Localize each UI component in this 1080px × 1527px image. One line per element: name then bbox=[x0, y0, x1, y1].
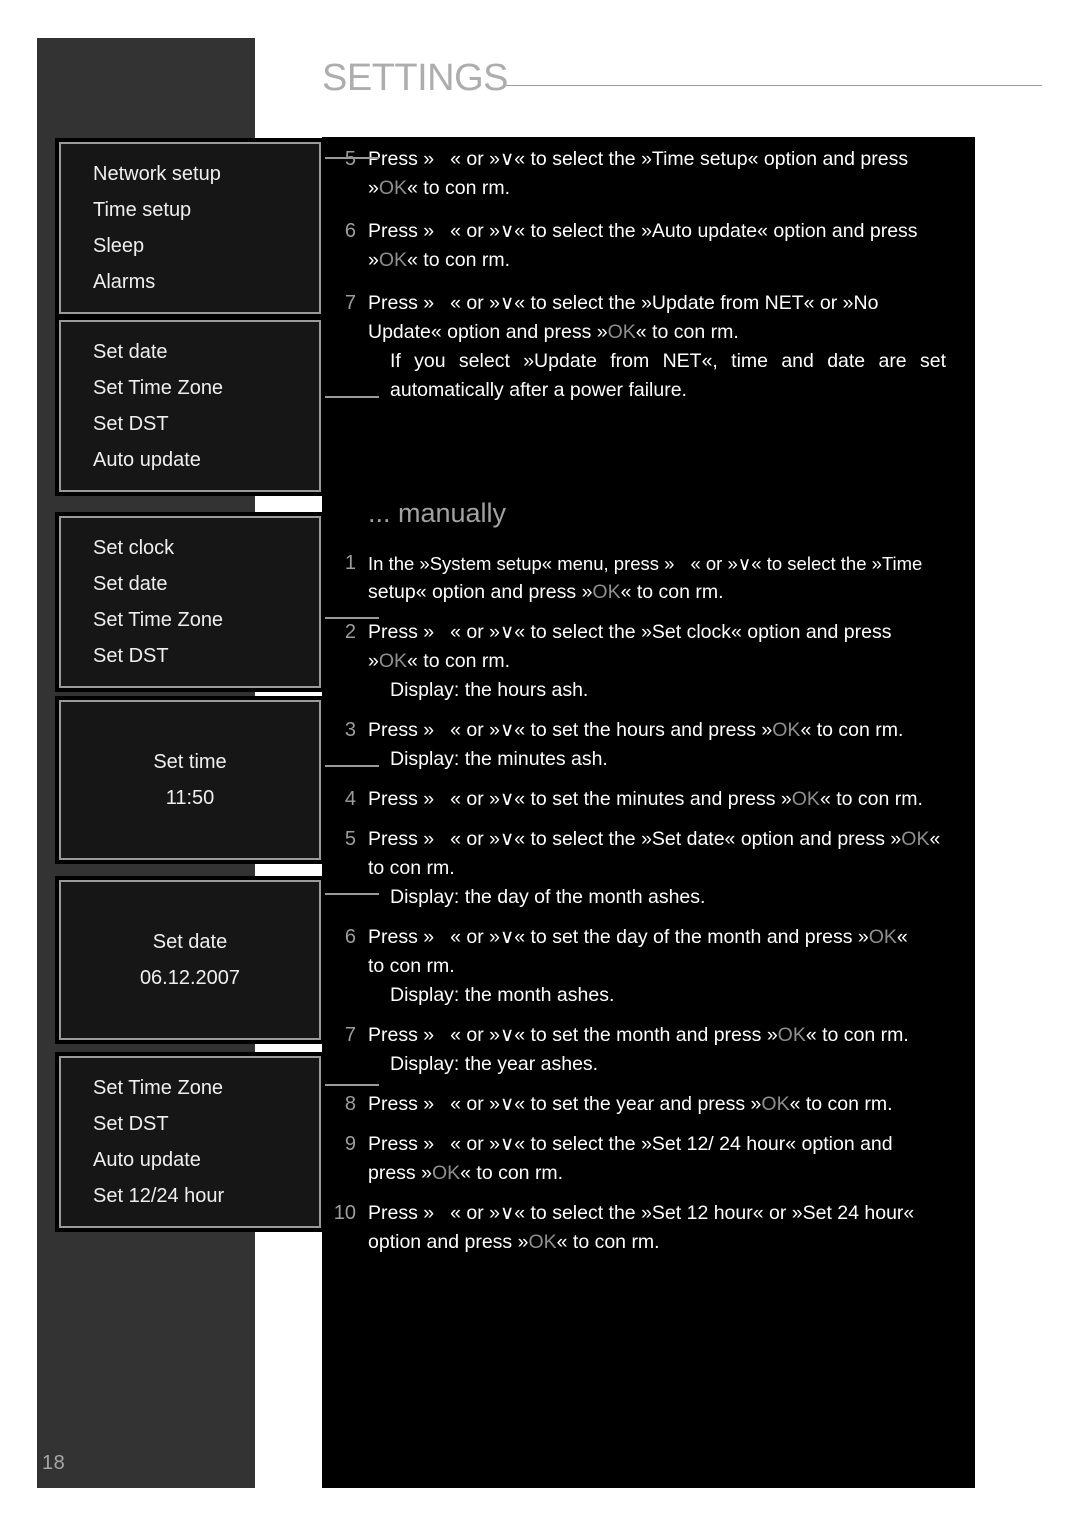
screen-row: Network setup bbox=[93, 163, 221, 185]
step-note: If you select »Update from NET«, time an… bbox=[390, 350, 946, 401]
instructions-panel: 5 Press » « or »∨« to select the »Time se… bbox=[322, 137, 975, 1488]
screen-row: Set DST bbox=[93, 645, 169, 667]
device-screen-clock-menu: Set clock Set date Set Time Zone Set DST bbox=[55, 512, 325, 692]
step-note: Display: the year ashes. bbox=[390, 1053, 599, 1075]
connector-line-3 bbox=[321, 617, 379, 619]
screen-row: Auto update bbox=[93, 449, 201, 471]
instruction-step: 2 Press » « or »∨« to select the »Set clo… bbox=[322, 618, 975, 705]
instruction-step: 6 Press » « or »∨« to select the »Auto up… bbox=[322, 217, 975, 275]
step-text: Press » « or »∨« to select the »Update fr… bbox=[368, 289, 964, 405]
step-text: In the »System setup« menu, press » « or … bbox=[368, 553, 923, 603]
instruction-step: 6 Press » « or »∨« to set the day of the … bbox=[322, 923, 975, 1010]
screen-row: Set Time Zone bbox=[93, 1077, 224, 1099]
instruction-step: 5 Press » « or »∨« to select the »Set dat… bbox=[322, 825, 975, 912]
manual-page: 18 SETTINGS Network setup Time setup Sle… bbox=[0, 0, 1080, 1527]
screen-row: Auto update bbox=[93, 1149, 201, 1171]
step-text: Press » « or »∨« to select the »Set 12 ho… bbox=[368, 1202, 915, 1253]
step-note: Display: the hours ash. bbox=[390, 679, 589, 701]
page-number: 18 bbox=[42, 1452, 66, 1474]
connector-line-4 bbox=[321, 765, 379, 767]
instruction-step: 10 Press » « or »∨« to select the »Set 12… bbox=[322, 1199, 975, 1257]
device-screen-system-setup-menu: Network setup Time setup Sleep Alarms bbox=[55, 138, 325, 318]
step-number: 7 bbox=[344, 292, 356, 314]
instruction-step: 9 Press » « or »∨« to select the »Set 12/… bbox=[322, 1130, 975, 1188]
step-text: Press » « or »∨« to select the »Set clock… bbox=[368, 618, 964, 705]
connector-line-2 bbox=[321, 396, 379, 398]
step-text: Press » « or »∨« to set the day of the mo… bbox=[368, 923, 964, 1010]
screen-row: Set Time Zone bbox=[93, 609, 224, 631]
screen-row: Set date bbox=[93, 573, 168, 595]
device-screen-set-date: Set date 06.12.2007 bbox=[55, 876, 325, 1044]
step-text: Press » « or »∨« to select the »Set 12/ 2… bbox=[368, 1133, 893, 1184]
step-number: 2 bbox=[344, 621, 356, 643]
step-number: 1 bbox=[344, 552, 356, 574]
connector-line-6 bbox=[321, 1084, 379, 1086]
step-number: 6 bbox=[344, 220, 356, 242]
step-text: Press » « or »∨« to set the minutes and p… bbox=[368, 788, 923, 810]
screen-row: Alarms bbox=[93, 271, 156, 293]
step-note: Display: the month ashes. bbox=[390, 984, 615, 1006]
screen-row: Set DST bbox=[93, 413, 169, 435]
screen-row: Set 12/24 hour bbox=[93, 1185, 225, 1207]
screen-row: Set DST bbox=[93, 1113, 169, 1135]
instruction-step: 7 Press » « or »∨« to set the month and p… bbox=[322, 1021, 975, 1079]
connector-line-5 bbox=[321, 893, 379, 895]
instruction-step: 4 Press » « or »∨« to set the minutes and… bbox=[322, 785, 975, 814]
instruction-step: 3 Press » « or »∨« to set the hours and p… bbox=[322, 716, 975, 774]
screen-row: Set clock bbox=[93, 537, 175, 559]
connector-line-1 bbox=[321, 157, 379, 159]
section-heading: ... manually bbox=[368, 498, 507, 528]
step-text: Press » « or »∨« to set the month and pre… bbox=[368, 1021, 964, 1079]
screen-row-value: 06.12.2007 bbox=[139, 967, 241, 989]
page-title: SETTINGS bbox=[322, 57, 509, 99]
step-number: 7 bbox=[344, 1024, 356, 1046]
title-rule bbox=[506, 84, 1042, 86]
step-text: Press » « or »∨« to set the hours and pre… bbox=[368, 716, 964, 774]
screen-row-label: Set time bbox=[153, 751, 227, 773]
step-number: 8 bbox=[344, 1093, 356, 1115]
screen-row: Set Time Zone bbox=[93, 377, 224, 399]
step-number: 3 bbox=[344, 719, 356, 741]
screen-row-label: Set date bbox=[152, 931, 228, 953]
step-text: Press » « or »∨« to select the »Time setu… bbox=[368, 148, 909, 199]
instruction-step: 7 Press » « or »∨« to select the »Update … bbox=[322, 289, 975, 405]
device-screen-time-setup-menu: Set date Set Time Zone Set DST Auto upda… bbox=[55, 316, 325, 496]
step-number: 6 bbox=[344, 926, 356, 948]
screen-row: Time setup bbox=[93, 199, 192, 221]
step-number: 5 bbox=[344, 828, 356, 850]
step-text: Press » « or »∨« to select the »Set date«… bbox=[368, 825, 964, 912]
instruction-step: 1 In the »System setup« menu, press » « o… bbox=[322, 549, 975, 607]
step-text: Press » « or »∨« to set the year and pres… bbox=[368, 1093, 893, 1115]
screen-row: Set date bbox=[93, 341, 168, 363]
page-title-group: SETTINGS bbox=[322, 52, 1042, 104]
step-note: Display: the day of the month ashes. bbox=[390, 886, 706, 908]
step-number: 4 bbox=[344, 788, 356, 810]
device-screen-set-time: Set time 11:50 bbox=[55, 696, 325, 864]
device-screen-time-zone-menu: Set Time Zone Set DST Auto update Set 12… bbox=[55, 1052, 325, 1232]
step-number: 9 bbox=[344, 1133, 356, 1155]
step-number: 10 bbox=[333, 1202, 356, 1224]
instruction-step: 8 Press » « or »∨« to set the year and pr… bbox=[322, 1090, 975, 1119]
instructions-group-top: 5 Press » « or »∨« to select the »Time se… bbox=[322, 145, 975, 416]
step-number: 5 bbox=[344, 148, 356, 170]
instruction-step: 5 Press » « or »∨« to select the »Time se… bbox=[322, 145, 975, 203]
step-note: Display: the minutes ash. bbox=[390, 748, 608, 770]
instructions-group-manual: ... manually 1 In the »System setup« men… bbox=[322, 500, 975, 1268]
step-text: Press » « or »∨« to select the »Auto upda… bbox=[368, 220, 918, 271]
screen-row: Sleep bbox=[93, 235, 145, 257]
screen-row-value: 11:50 bbox=[165, 787, 215, 809]
